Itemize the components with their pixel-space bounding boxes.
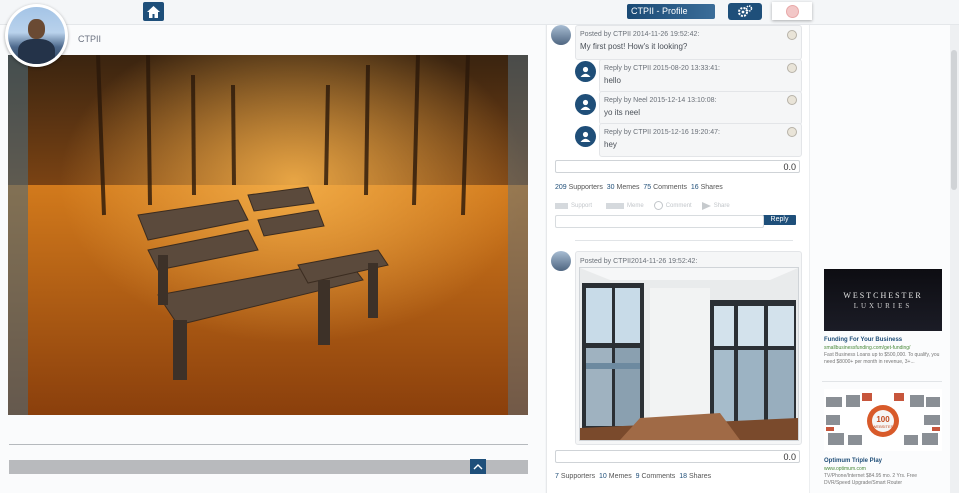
ad-title[interactable]: Funding For Your Business	[824, 337, 902, 343]
comments-count[interactable]: 9	[636, 473, 640, 480]
post-stats: 7 Supporters 10 Memes 9 Comments 18 Shar…	[555, 473, 712, 480]
profile-avatar[interactable]	[5, 4, 68, 67]
reply-text: yo its neel	[604, 108, 641, 117]
settings-button[interactable]	[728, 3, 762, 20]
scrollbar-thumb[interactable]	[951, 50, 957, 190]
shares-count[interactable]: 16	[691, 184, 699, 191]
post-meta: Posted by CTPII2014-11-26 19:52:42:	[580, 258, 698, 265]
profile-button[interactable]: CTPII - Profile	[627, 4, 715, 19]
gear-icon	[738, 5, 753, 17]
reply-button[interactable]: Reply	[763, 215, 796, 225]
comment-action[interactable]: Comment	[666, 203, 692, 209]
supporters-count[interactable]: 7	[555, 473, 559, 480]
ad-url[interactable]: www.optimum.com	[824, 466, 866, 472]
shares-count[interactable]: 18	[679, 473, 687, 480]
post-author-avatar[interactable]	[551, 25, 571, 45]
divider	[9, 444, 528, 445]
power-icon	[785, 4, 799, 18]
ad-description: TV/Phone/Internet $84.95 mo. 2 Yrs. Free…	[824, 473, 918, 486]
supporters-count[interactable]: 209	[555, 184, 567, 191]
ad-url[interactable]: smallbusinessfunding.com/get-funding/	[824, 345, 910, 351]
user-icon	[575, 126, 596, 147]
delete-reply-button[interactable]	[787, 95, 797, 105]
reply-meta: Reply by CTPII 2015-12-16 19:20:47:	[604, 129, 720, 136]
top-navbar: CTPII - Profile	[0, 0, 959, 25]
delete-reply-button[interactable]	[787, 63, 797, 73]
reply-meta: Reply by Neel 2015-12-14 13:10:08:	[604, 97, 717, 104]
support-icon[interactable]	[555, 202, 568, 209]
avatar-photo	[8, 7, 65, 64]
post-actions: Support Meme Comment Share	[555, 201, 730, 210]
ad-title[interactable]: Optimum Triple Play	[824, 458, 882, 464]
comment-icon[interactable]	[653, 201, 663, 210]
user-icon	[575, 94, 596, 115]
comments-count[interactable]: 75	[643, 184, 651, 191]
ad-banner-title: 100	[876, 415, 890, 424]
profile-username: CTPII	[78, 34, 102, 44]
ad-banner-image[interactable]: WESTCHESTER LUXURIES	[824, 269, 942, 331]
logout-button[interactable]	[772, 2, 812, 20]
memes-count[interactable]: 10	[599, 473, 607, 480]
share-action[interactable]: Share	[714, 203, 730, 209]
memes-count[interactable]: 30	[607, 184, 615, 191]
post-meta: Posted by CTPII 2014-11-26 19:52:42:	[580, 31, 700, 38]
delete-post-button[interactable]	[787, 30, 797, 40]
cover-photo	[8, 55, 528, 415]
ad-banner-subtitle: WEBSITES	[872, 424, 894, 429]
home-icon	[147, 5, 160, 18]
post-divider	[575, 240, 793, 241]
meme-icon[interactable]	[606, 202, 625, 209]
home-button[interactable]	[143, 2, 164, 21]
chevron-up-icon	[473, 463, 483, 469]
reply-text: hello	[604, 76, 621, 85]
ad-banner-image[interactable]: 100 WEBSITES	[824, 389, 942, 451]
user-icon	[575, 61, 596, 82]
rating-field[interactable]: 0.0	[555, 450, 800, 463]
scroll-up-button[interactable]	[470, 459, 486, 474]
horizontal-scrollbar[interactable]	[9, 460, 528, 474]
post-author-avatar[interactable]	[551, 251, 571, 271]
reply-meta: Reply by CTPII 2015-08-20 13:33:41:	[604, 65, 720, 72]
vertical-scrollbar[interactable]	[950, 25, 959, 493]
reply-text: hey	[604, 140, 617, 149]
rating-field[interactable]: 0.0	[555, 160, 800, 173]
ad-banner-subtitle: LUXURIES	[853, 302, 913, 310]
share-icon[interactable]	[701, 201, 711, 210]
ad-description: Fast Business Loans up to $500,000. To q…	[824, 352, 940, 365]
delete-reply-button[interactable]	[787, 127, 797, 137]
meme-action[interactable]: Meme	[627, 203, 644, 209]
post-message: My first post! How's it looking?	[580, 42, 688, 51]
ad-banner-title: WESTCHESTER	[843, 291, 923, 300]
support-action[interactable]: Support	[571, 203, 592, 209]
post-stats: 209 Supporters 30 Memes 75 Comments 16 S…	[555, 184, 723, 191]
ad-divider	[822, 381, 942, 382]
post-image[interactable]	[579, 267, 799, 441]
reply-input[interactable]	[555, 215, 764, 228]
